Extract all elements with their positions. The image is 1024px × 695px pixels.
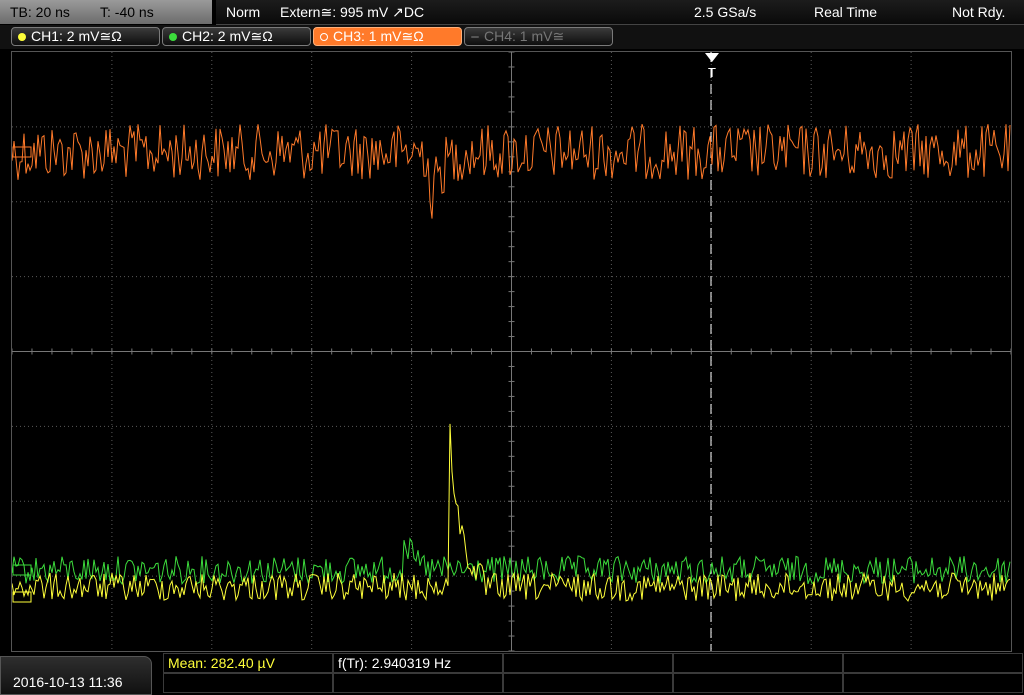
channel-3-button[interactable]: CH3: 1 mV≅Ω [313, 27, 462, 46]
measurement-slot-10 [843, 673, 1023, 693]
trigger-position-label: T: -40 ns [100, 4, 154, 20]
measurement-slot-8 [503, 673, 673, 693]
acquisition-state: Not Rdy. [952, 4, 1006, 20]
timebase-label: TB: 20 ns [10, 4, 70, 20]
channel-bar: CH1: 2 mV≅Ω CH2: 2 mV≅Ω CH3: 1 mV≅Ω CH4:… [0, 25, 1024, 49]
trigger-frequency[interactable]: f(Tr): 2.940319 Hz [333, 653, 503, 673]
sample-rate[interactable]: 2.5 GSa/s [694, 4, 756, 20]
measurement-slot-3 [503, 653, 673, 673]
channel-1-label: CH1: 2 mV≅Ω [31, 28, 122, 44]
acquisition-mode[interactable]: Real Time [814, 4, 877, 20]
channel-4-label: CH4: 1 mV≅ [484, 28, 565, 44]
measurement-slot-9 [673, 673, 843, 693]
channel-markers [12, 146, 32, 603]
channel-4-dash-icon [471, 36, 479, 39]
channel-3-dot-icon [320, 33, 328, 42]
channel-1-dot-icon [18, 33, 26, 42]
measurement-slot-4 [673, 653, 843, 673]
channel-2-button[interactable]: CH2: 2 mV≅Ω [162, 27, 311, 46]
waveform-display[interactable] [11, 51, 1012, 652]
mean-measurement[interactable]: Mean: 282.40 µV [163, 653, 333, 673]
trigger-source[interactable]: Extern≅: 995 mV ↗DC [280, 4, 424, 21]
status-bar: Norm Extern≅: 995 mV ↗DC 2.5 GSa/s Real … [216, 0, 1024, 25]
channel-2-label: CH2: 2 mV≅Ω [182, 28, 273, 44]
trigger-arrow-icon [705, 53, 719, 62]
trigger-marker-label: T [708, 65, 716, 80]
channel-3-label: CH3: 1 mV≅Ω [333, 28, 424, 44]
channel-2-dot-icon [169, 33, 177, 42]
measurement-slot-6 [163, 673, 333, 693]
channel-4-button[interactable]: CH4: 1 mV≅ [464, 27, 613, 46]
waveform-canvas[interactable] [11, 51, 1012, 652]
datetime-panel: 2016-10-13 11:36 [0, 656, 152, 695]
timebase-panel[interactable]: TB: 20 ns T: -40 ns [0, 0, 212, 24]
measurement-panel: Mean: 282.40 µV f(Tr): 2.940319 Hz [163, 653, 1023, 695]
trigger-mode[interactable]: Norm [226, 4, 260, 20]
measurement-slot-5 [843, 653, 1023, 673]
trigger-marker[interactable]: T [702, 52, 722, 80]
channel-1-button[interactable]: CH1: 2 mV≅Ω [11, 27, 160, 46]
datetime: 2016-10-13 11:36 [13, 674, 123, 690]
measurement-slot-7 [333, 673, 503, 693]
